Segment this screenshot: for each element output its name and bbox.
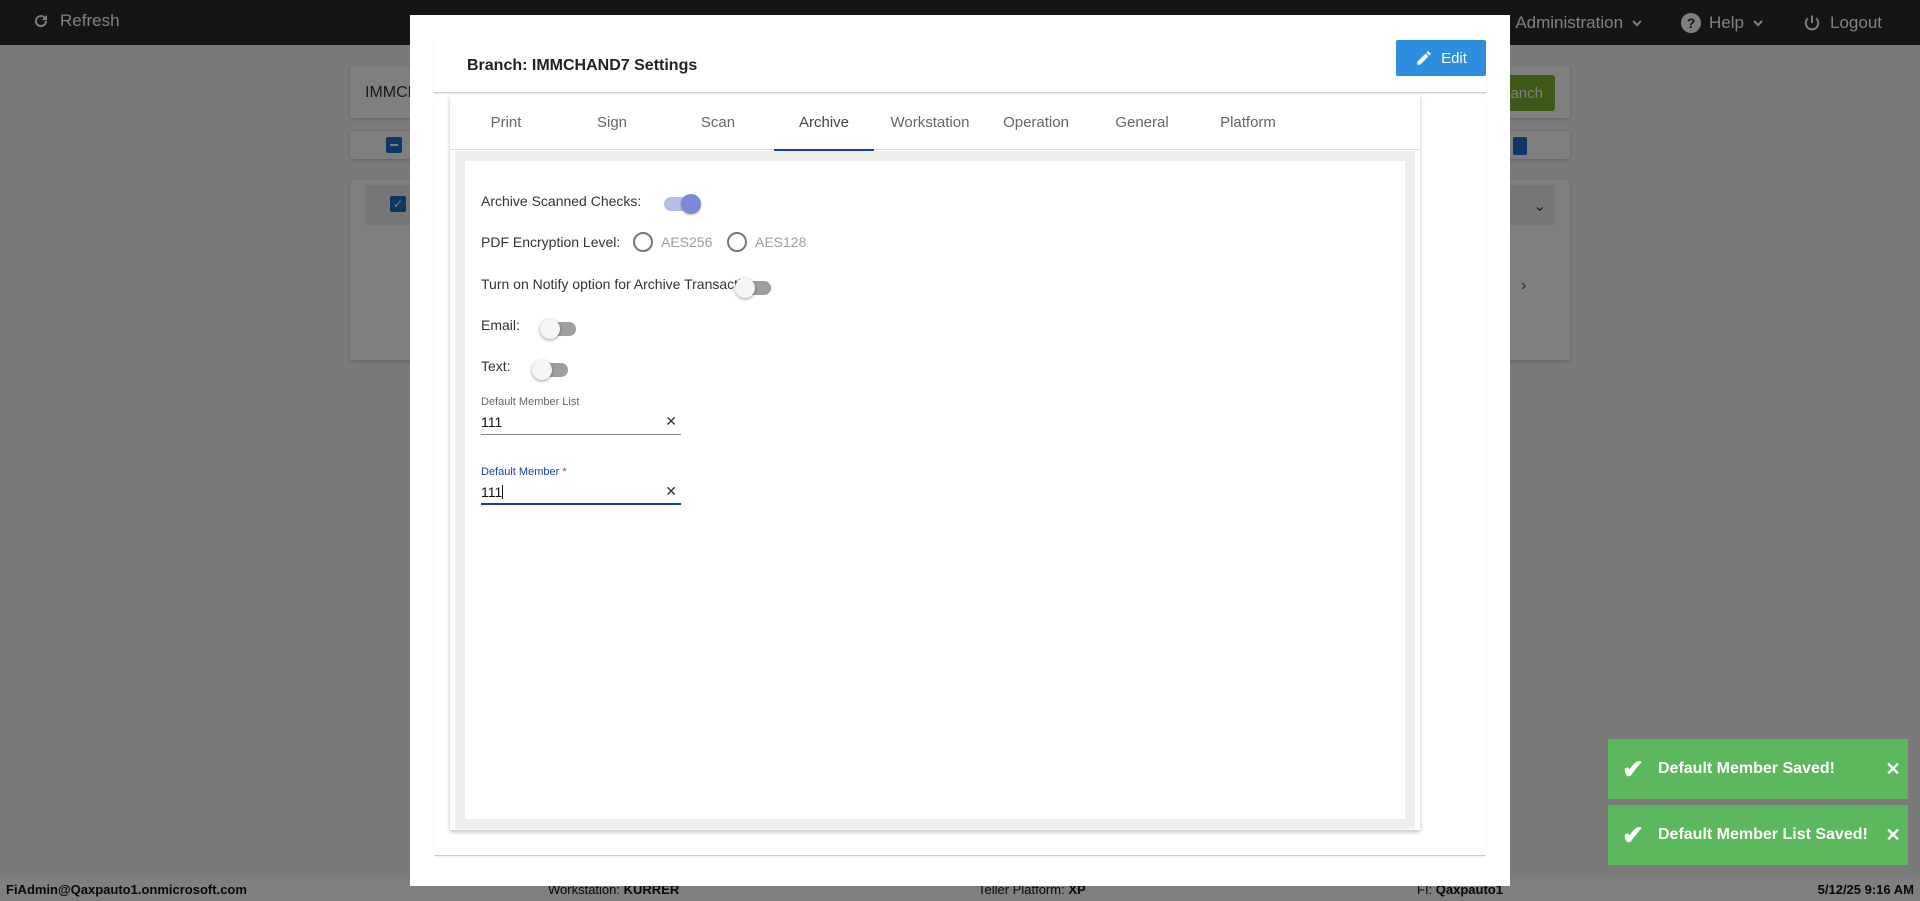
edit-label: Edit xyxy=(1441,49,1467,67)
tab-print[interactable]: Print xyxy=(453,95,559,150)
radio-circle xyxy=(727,232,747,252)
default-member-input[interactable]: 111 ✕ xyxy=(481,481,681,505)
modal-title: Branch: IMMCHAND7 Settings xyxy=(467,57,698,74)
toggle-knob xyxy=(681,194,701,214)
tab-operation[interactable]: Operation xyxy=(983,95,1089,150)
text-toggle[interactable] xyxy=(532,360,568,380)
text-caret xyxy=(502,485,504,499)
text-label: Text: xyxy=(481,358,511,374)
tab-platform[interactable]: Platform xyxy=(1195,95,1301,150)
radio-aes256[interactable]: AES256 xyxy=(633,232,712,252)
tab-sign[interactable]: Sign xyxy=(559,95,665,150)
radio-circle xyxy=(633,232,653,252)
settings-modal: Branch: IMMCHAND7 Settings Edit Print Si… xyxy=(410,15,1510,886)
default-member-list-field: Default Member List 111 ✕ xyxy=(481,396,681,435)
default-member-list-value: 111 xyxy=(481,414,503,430)
archive-scanned-checks-label: Archive Scanned Checks: xyxy=(481,193,642,209)
email-toggle[interactable] xyxy=(540,319,576,339)
default-member-list-input[interactable]: 111 ✕ xyxy=(481,411,681,435)
archive-scanned-checks-toggle[interactable] xyxy=(664,194,701,214)
email-label: Email: xyxy=(481,317,520,333)
clear-icon[interactable]: ✕ xyxy=(665,413,677,430)
check-icon: ✔ xyxy=(1622,819,1644,850)
tab-general[interactable]: General xyxy=(1089,95,1195,150)
settings-tab-card: Print Sign Scan Archive Workstation Oper… xyxy=(450,95,1420,830)
pdf-encryption-label: PDF Encryption Level: xyxy=(481,234,621,250)
radio-aes256-label: AES256 xyxy=(661,234,713,250)
check-icon: ✔ xyxy=(1622,753,1644,784)
modal-header: Branch: IMMCHAND7 Settings xyxy=(434,39,1486,93)
toast-default-member-list-saved: ✔ Default Member List Saved! ✕ xyxy=(1608,805,1908,865)
toast-message: Default Member List Saved! xyxy=(1658,826,1868,843)
radio-aes128-label: AES128 xyxy=(755,234,807,250)
default-member-list-label: Default Member List xyxy=(481,396,580,408)
clear-icon[interactable]: ✕ xyxy=(665,483,677,500)
pencil-icon xyxy=(1417,51,1431,65)
notify-toggle[interactable] xyxy=(735,278,771,298)
radio-aes128[interactable]: AES128 xyxy=(727,232,806,252)
notify-label: Turn on Notify option for Archive Transa… xyxy=(481,276,761,292)
toggle-knob xyxy=(532,360,552,380)
toggle-knob xyxy=(735,278,755,298)
settings-tabs: Print Sign Scan Archive Workstation Oper… xyxy=(450,95,1420,151)
default-member-label: Default Member * xyxy=(481,466,567,478)
tab-workstation[interactable]: Workstation xyxy=(877,95,983,150)
toggle-knob xyxy=(540,319,560,339)
tab-archive[interactable]: Archive xyxy=(771,95,877,151)
edit-button[interactable]: Edit xyxy=(1396,40,1486,76)
archive-settings-panel: Archive Scanned Checks: PDF Encryption L… xyxy=(465,161,1405,819)
tab-scan[interactable]: Scan xyxy=(665,95,771,150)
close-icon[interactable]: ✕ xyxy=(1878,825,1908,846)
close-icon[interactable]: ✕ xyxy=(1878,759,1908,780)
default-member-value: 111 xyxy=(481,484,503,500)
toast-default-member-saved: ✔ Default Member Saved! ✕ xyxy=(1608,739,1908,799)
default-member-field: Default Member * 111 ✕ xyxy=(481,466,681,505)
toast-message: Default Member Saved! xyxy=(1658,760,1835,777)
